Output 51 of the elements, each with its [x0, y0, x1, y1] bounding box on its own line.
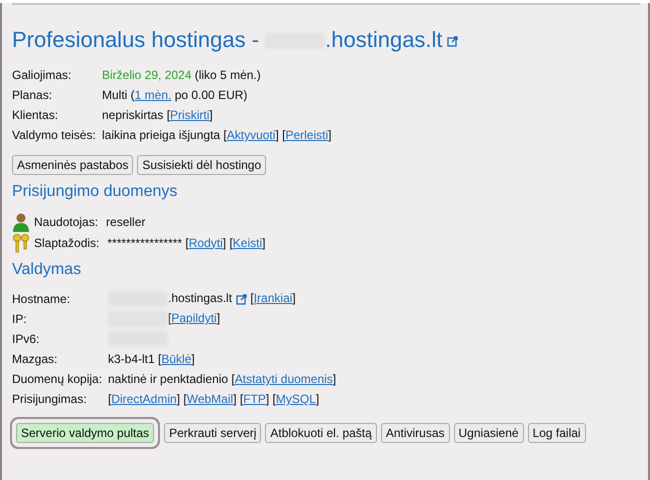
link[interactable]: Atstatyti duomenis — [234, 372, 333, 386]
link[interactable]: Aktyvuoti — [226, 128, 276, 142]
link[interactable]: MySQL — [276, 392, 316, 406]
field-label: IPv6: — [12, 332, 40, 346]
field-label: Galiojimas: — [12, 68, 72, 82]
field-value: **************** [Rodyti] [Keisti] — [107, 236, 266, 250]
action-button[interactable]: Antivirusas — [380, 423, 450, 443]
field-value: k3-b4-lt1 [Būklė] — [108, 352, 195, 366]
link[interactable]: Rodyti — [188, 236, 223, 250]
field-label: Mazgas: — [12, 352, 58, 366]
section-heading: Valdymas — [12, 261, 82, 279]
field-value: nepriskirtas [Priskirti] — [102, 108, 213, 122]
page-title: Profesionalus hostingas - .hostingas.lt — [12, 27, 458, 53]
link[interactable]: WebMail — [186, 392, 234, 406]
field-label: Naudotojas: — [34, 214, 98, 228]
field-value: .hostingas.lt [Įrankiai] — [108, 291, 296, 307]
field-value: Birželio 29, 2024 (liko 5 mėn.) — [102, 68, 261, 82]
field-value: reseller — [106, 214, 146, 228]
link[interactable]: Būklė — [161, 352, 192, 366]
field-value: [DirectAdmin] [WebMail] [FTP] [MySQL] — [108, 392, 320, 406]
section-heading: Prisijungimo duomenys — [12, 183, 178, 201]
action-button[interactable]: Atblokuoti el. paštą — [265, 423, 377, 443]
link[interactable]: DirectAdmin — [111, 392, 177, 406]
action-button[interactable]: Perkrauti serverį — [164, 423, 262, 443]
link[interactable]: Papildyti — [171, 311, 217, 326]
field-value: laikina prieiga išjungta [Aktyvuoti] [Perleisti] — [102, 128, 332, 142]
field-value: Multi (1 mėn. po 0.00 EUR) — [102, 88, 248, 102]
field-label: Slaptažodis: — [34, 236, 100, 250]
keys-icon — [12, 232, 30, 252]
action-button[interactable]: Ugniasienė — [454, 423, 524, 443]
field-label: Klientas: — [12, 108, 60, 122]
link[interactable]: Keisti — [232, 236, 262, 250]
link[interactable]: Įrankiai — [254, 291, 292, 306]
action-button[interactable]: Susisiekti dėl hostingo — [137, 155, 266, 175]
link[interactable]: Priskirti — [170, 108, 210, 122]
field-label: Valdymo teisės: — [12, 128, 97, 142]
link[interactable]: Perleisti — [285, 128, 328, 142]
field-label: Prisijungimas: — [12, 392, 88, 406]
external-link-icon[interactable] — [236, 294, 248, 304]
field-label: Hostname: — [12, 292, 72, 306]
action-button[interactable]: Asmeninės pastabos — [12, 155, 134, 175]
field-value: [Papildyti] — [108, 311, 220, 327]
field-label: IP: — [12, 312, 28, 326]
field-value: naktinė ir penktadienio [Atstatyti duomenis] — [108, 372, 336, 386]
action-button[interactable]: Log failai — [528, 423, 586, 443]
external-link-icon[interactable] — [446, 36, 458, 47]
field-label: Duomenų kopija: — [12, 372, 104, 386]
field-label: Planas: — [12, 88, 54, 102]
link[interactable]: FTP — [243, 392, 266, 406]
link[interactable]: 1 mėn. — [134, 88, 172, 102]
user-icon — [12, 212, 30, 232]
